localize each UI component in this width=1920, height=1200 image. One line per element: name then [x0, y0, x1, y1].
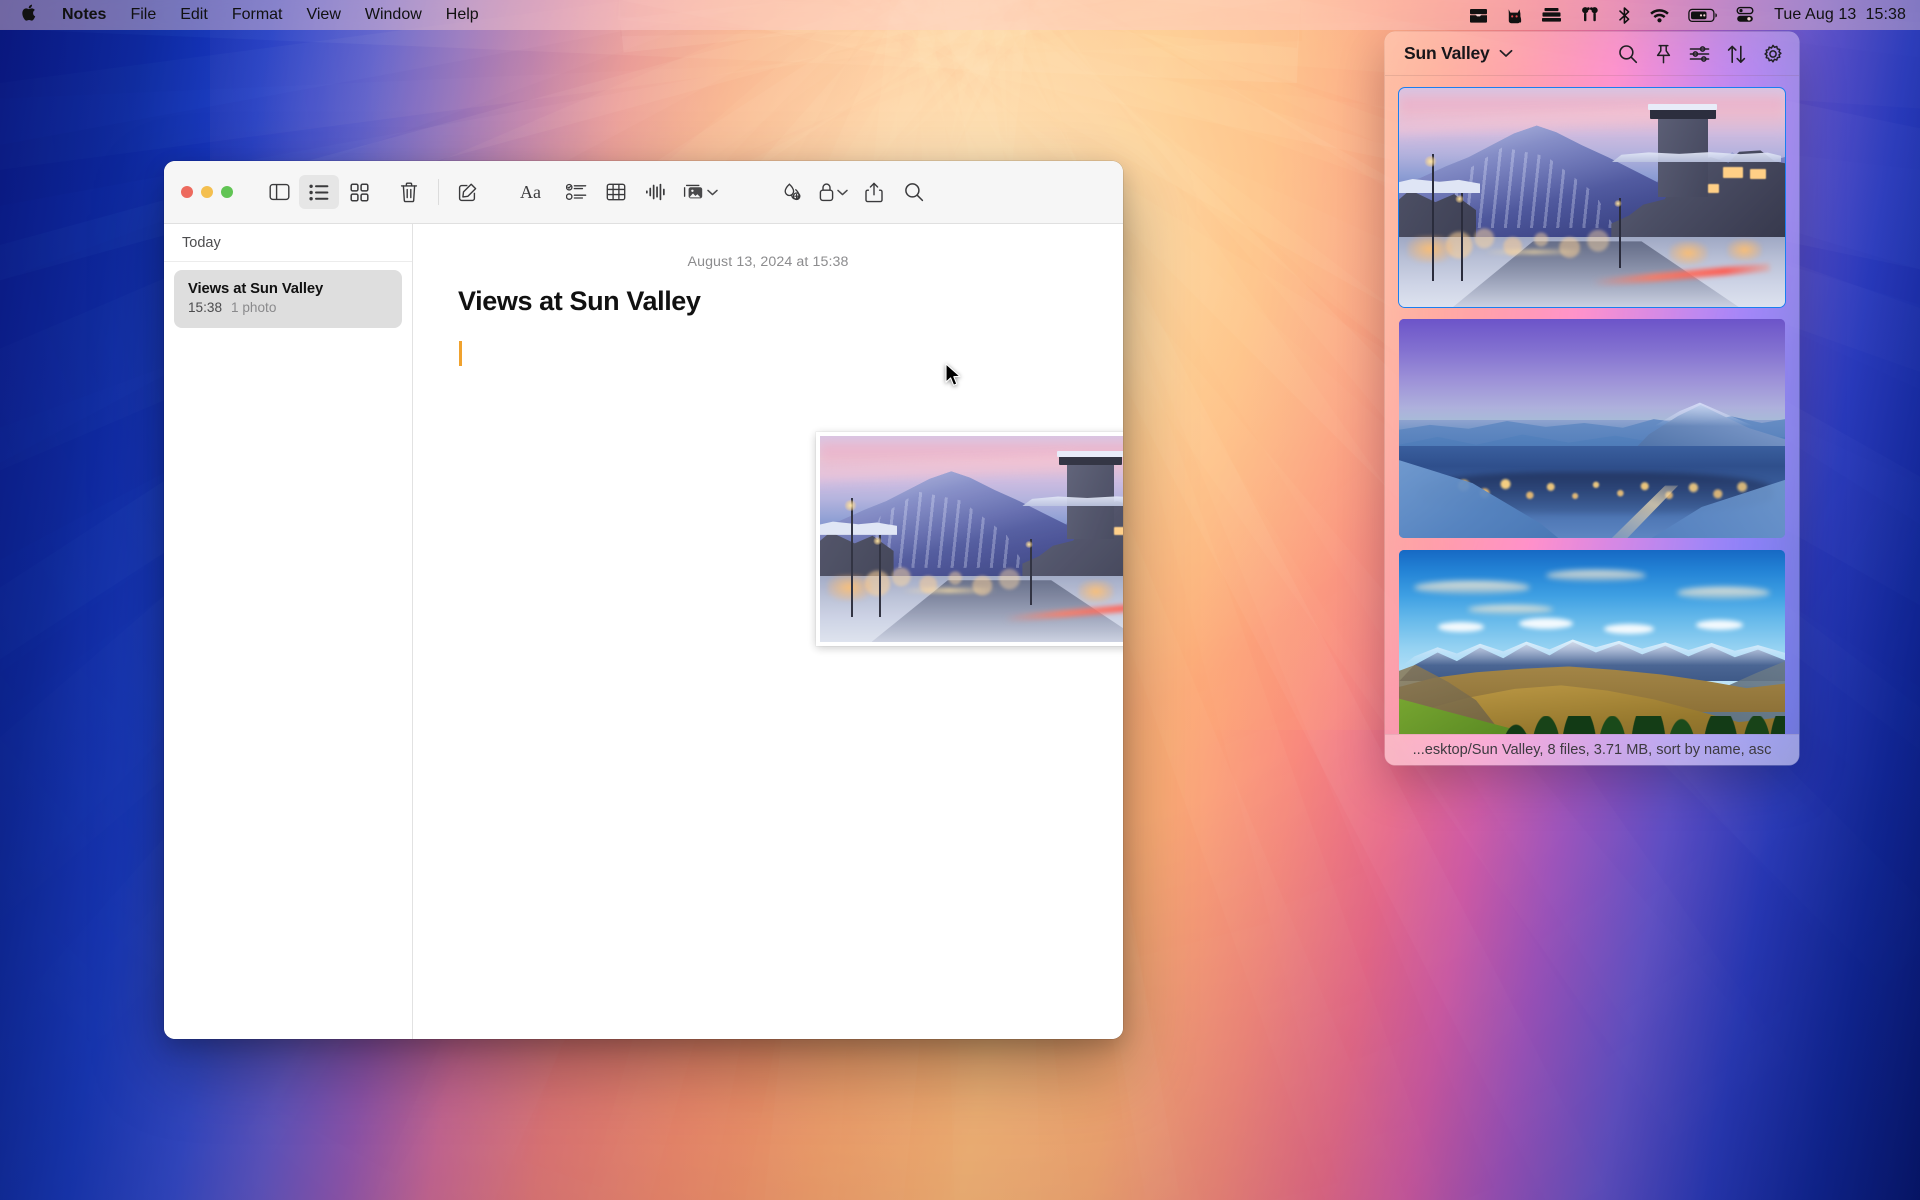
- close-button[interactable]: [181, 186, 193, 198]
- wifi-icon[interactable]: [1649, 4, 1670, 26]
- photos-panel: Sun Valley ...esktop/Sun Valley, 8 files…: [1385, 32, 1799, 765]
- toolbar-divider: [438, 179, 439, 205]
- pin-icon[interactable]: [1655, 44, 1672, 64]
- window-controls: [181, 186, 233, 198]
- chevron-down-icon[interactable]: [1499, 49, 1513, 58]
- photos-panel-header: Sun Valley: [1385, 32, 1799, 76]
- photos-panel-actions: [1618, 44, 1783, 64]
- format-button[interactable]: Aa: [514, 175, 556, 209]
- mouse-cursor: [945, 363, 962, 393]
- table-button[interactable]: [596, 175, 636, 209]
- menu-item-view[interactable]: View: [294, 3, 352, 27]
- notes-list-section-header: Today: [164, 224, 412, 262]
- gallery-view-button[interactable]: [339, 175, 379, 209]
- note-item-attachment: 1 photo: [231, 300, 277, 315]
- notes-window: Aa Today Views at Sun Valley 15:38 1 pho…: [164, 161, 1123, 1039]
- note-item-time: 15:38: [188, 300, 223, 315]
- chevron-down-icon[interactable]: [837, 189, 848, 196]
- sort-arrows-icon[interactable]: [1727, 44, 1746, 64]
- compose-note-button[interactable]: [448, 175, 488, 209]
- notes-list-column: Today Views at Sun Valley 15:38 1 photo: [164, 224, 413, 1039]
- winter-street-photo: [1399, 88, 1785, 307]
- maximize-button[interactable]: [221, 186, 233, 198]
- airpods-icon[interactable]: [1580, 4, 1600, 26]
- bluetooth-icon[interactable]: [1618, 4, 1631, 26]
- twilight-valley-photo: [1399, 319, 1785, 538]
- chevron-down-icon[interactable]: [707, 189, 718, 196]
- menu-item-edit[interactable]: Edit: [168, 3, 220, 27]
- audio-button[interactable]: [636, 175, 676, 209]
- text-caret: [459, 341, 462, 366]
- menu-item-file[interactable]: File: [118, 3, 168, 27]
- checklist-button[interactable]: [556, 175, 596, 209]
- list-view-button[interactable]: [299, 175, 339, 209]
- menu-bar: Notes File Edit Format View Window Help: [0, 0, 1920, 30]
- summer-mountains-photo: [1399, 550, 1785, 734]
- control-center-icon[interactable]: [1736, 4, 1754, 26]
- note-editor[interactable]: August 13, 2024 at 15:38 Views at Sun Va…: [413, 224, 1123, 1039]
- cat-app-icon[interactable]: [1506, 4, 1523, 26]
- notes-list-rows: Views at Sun Valley 15:38 1 photo: [164, 262, 412, 328]
- sun-valley-winter-street-photo: [820, 436, 1123, 642]
- minimize-button[interactable]: [201, 186, 213, 198]
- thumb-twilight-valley[interactable]: [1399, 319, 1785, 538]
- note-item-title: Views at Sun Valley: [188, 281, 324, 297]
- dropbox-icon[interactable]: [1469, 4, 1488, 26]
- battery-icon[interactable]: [1688, 4, 1718, 26]
- menu-item-format[interactable]: Format: [220, 3, 295, 27]
- list-item[interactable]: Views at Sun Valley 15:38 1 photo: [174, 270, 402, 328]
- notes-toolbar: Aa: [164, 161, 1123, 224]
- menu-item-window[interactable]: Window: [353, 3, 434, 27]
- photos-panel-title[interactable]: Sun Valley: [1404, 43, 1490, 64]
- filter-sliders-icon[interactable]: [1689, 45, 1710, 63]
- svg-text:Aa: Aa: [520, 182, 541, 202]
- share-button[interactable]: [854, 175, 894, 209]
- notes-body: Today Views at Sun Valley 15:38 1 photo …: [164, 224, 1123, 1039]
- menu-item-help[interactable]: Help: [434, 3, 491, 27]
- thumb-summer-mountains[interactable]: [1399, 550, 1785, 734]
- photos-panel-status-bar: ...esktop/Sun Valley, 8 files, 3.71 MB, …: [1385, 734, 1799, 765]
- delete-note-button[interactable]: [389, 175, 429, 209]
- photos-panel-thumbnail-list[interactable]: [1385, 76, 1799, 734]
- menu-bar-items: Notes File Edit Format View Window Help: [10, 3, 491, 27]
- sidebar-toggle-button[interactable]: [259, 175, 299, 209]
- dragged-image-preview[interactable]: +: [816, 432, 1123, 646]
- thumb-winter-street[interactable]: [1398, 87, 1786, 308]
- search-button[interactable]: [894, 175, 934, 209]
- note-date: August 13, 2024 at 15:38: [687, 254, 849, 270]
- menu-item-notes[interactable]: Notes: [50, 3, 118, 27]
- media-button[interactable]: [676, 175, 724, 209]
- lock-note-button[interactable]: [812, 175, 854, 209]
- note-item-meta: 15:38 1 photo: [188, 300, 388, 315]
- search-icon[interactable]: [1618, 44, 1638, 64]
- stacks-icon[interactable]: [1541, 4, 1562, 26]
- page-title: Views at Sun Valley: [458, 286, 701, 316]
- menu-bar-clock[interactable]: Tue Aug 13 15:38: [1772, 6, 1906, 24]
- markup-button[interactable]: [772, 175, 812, 209]
- gear-icon[interactable]: [1763, 44, 1783, 64]
- menu-bar-status-items: Tue Aug 13 15:38: [1469, 4, 1906, 26]
- apple-menu-icon[interactable]: [10, 3, 50, 26]
